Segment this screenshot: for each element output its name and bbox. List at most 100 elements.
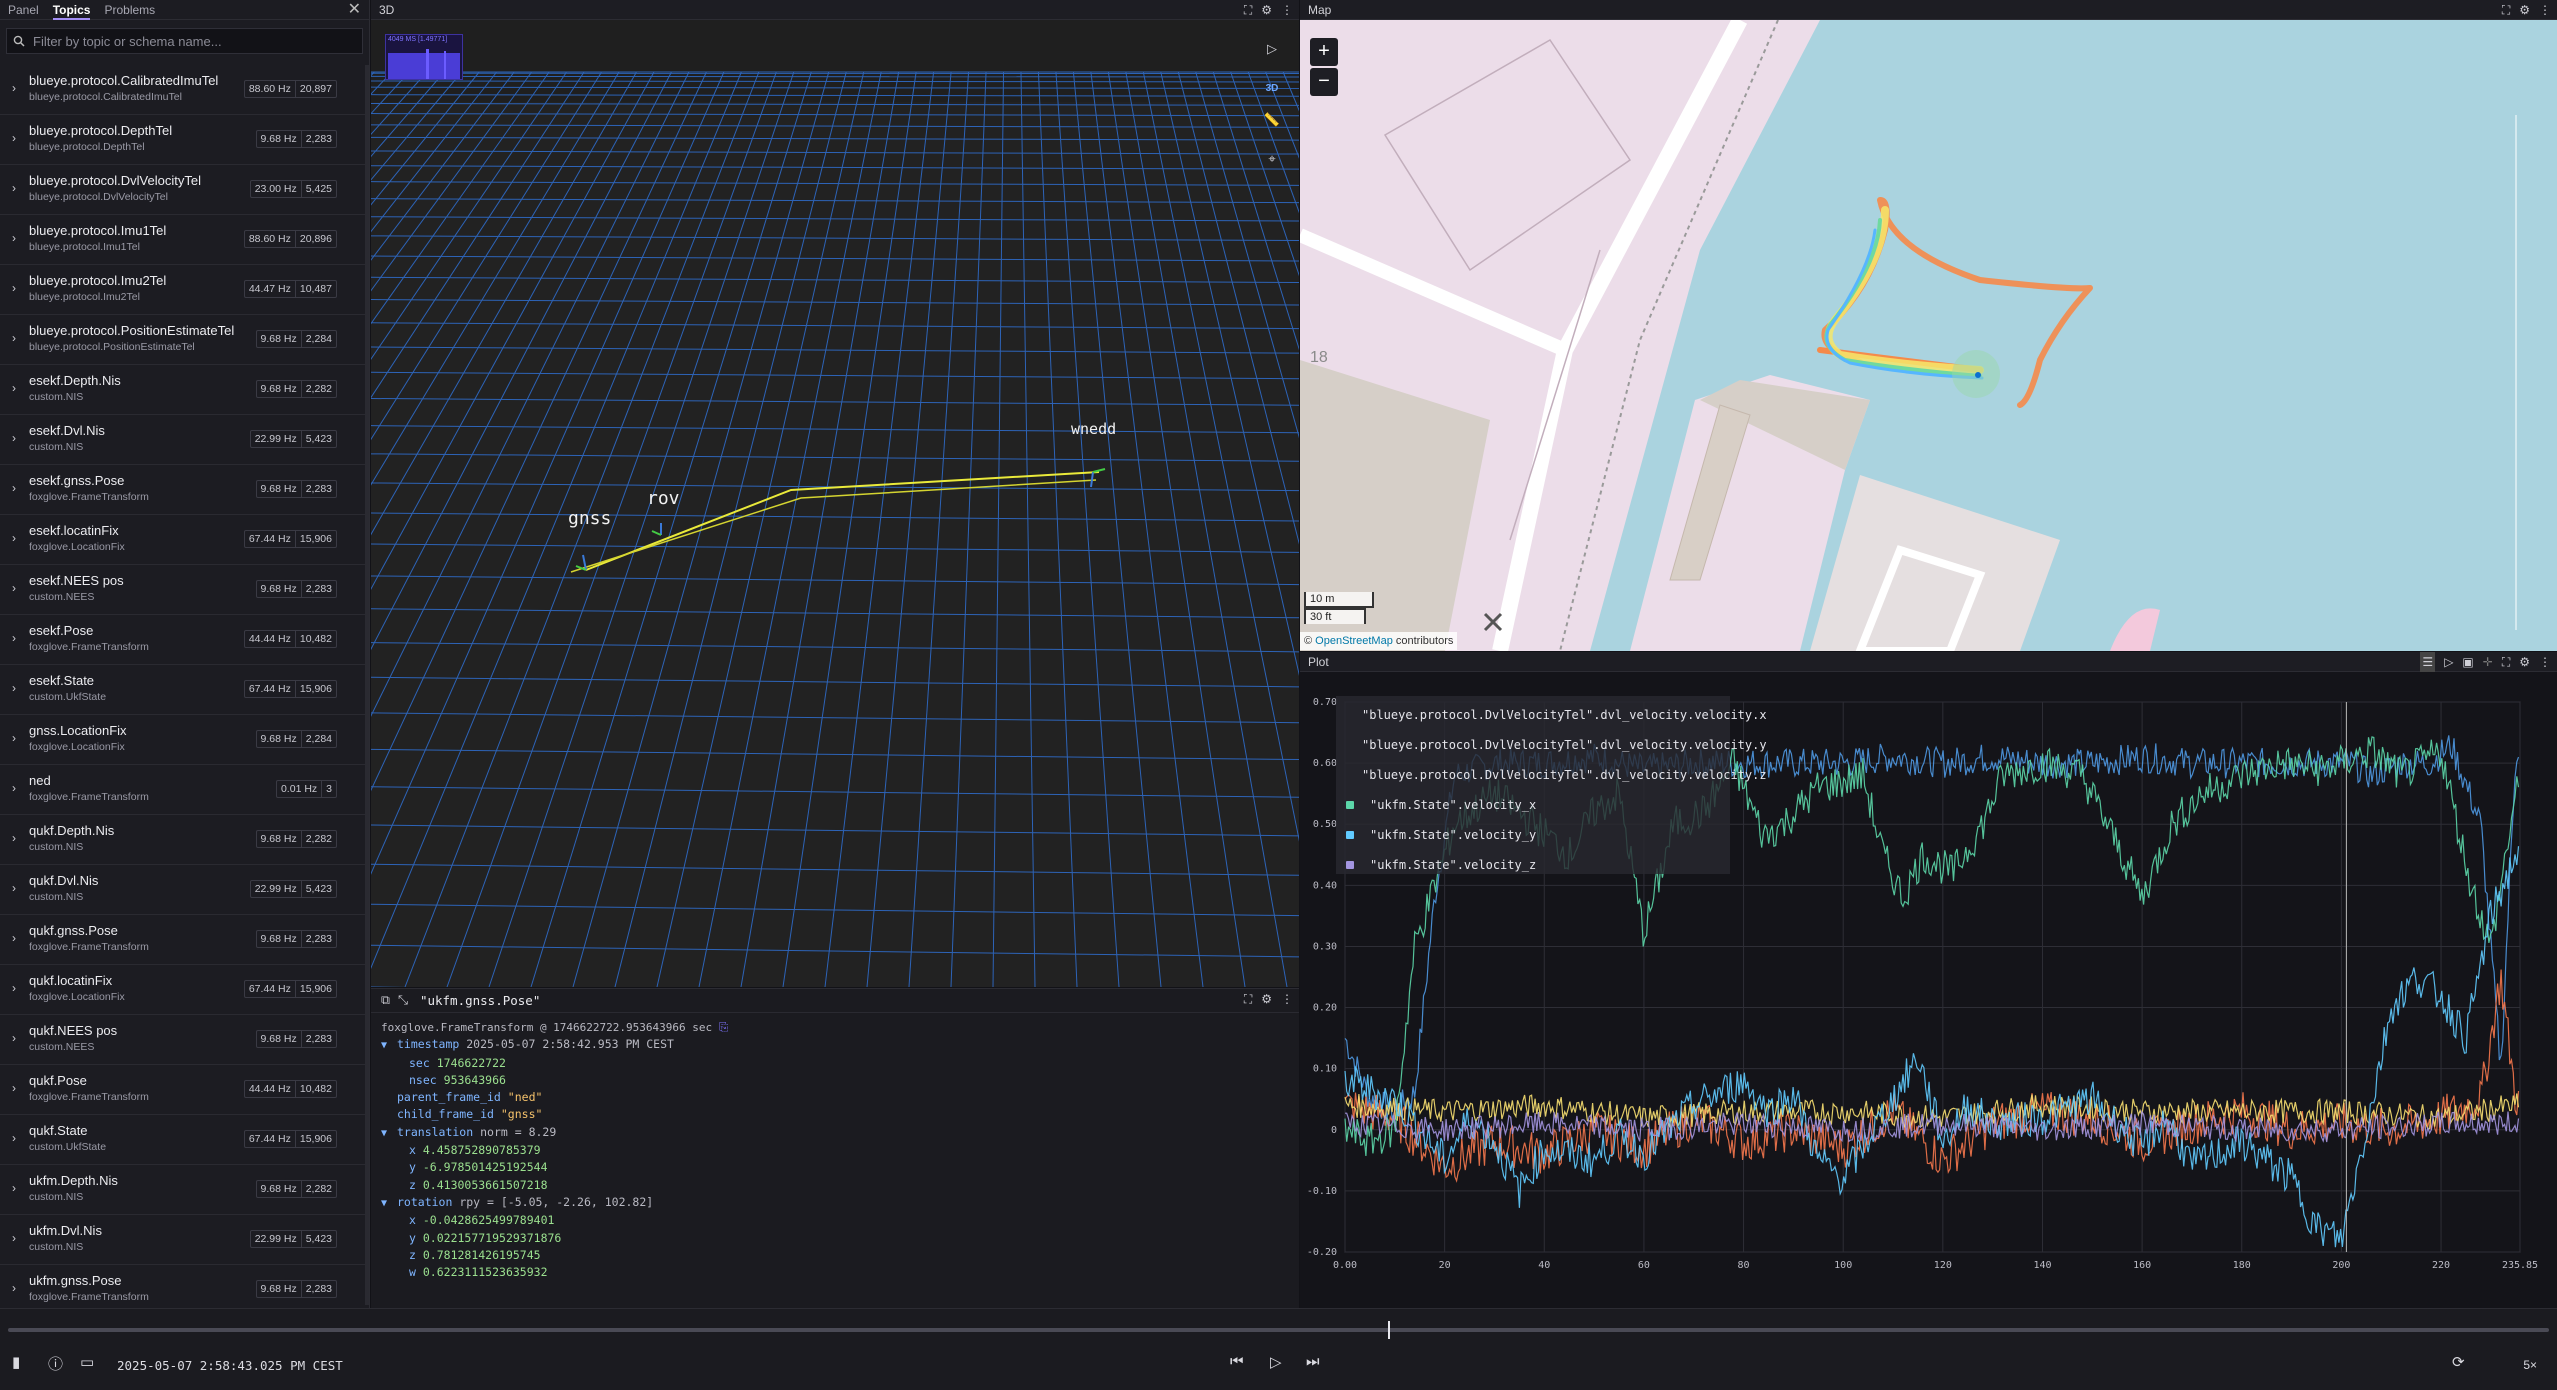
panel-3d[interactable]: 3D ⛶ ⚙ ⋮ 4049 MS [1.49771] ▷ 3D 📏 ⌖ gnss… xyxy=(371,0,1299,987)
diff-icon[interactable]: ⤡ xyxy=(398,993,408,1008)
topic-row[interactable]: › blueye.protocol.DepthTel blueye.protocol… xyxy=(0,115,369,165)
legend-item[interactable]: "blueye.protocol.DvlVelocityTel".dvl_vel… xyxy=(1336,700,1767,730)
3d-scene[interactable] xyxy=(371,20,1299,987)
chevron-right-icon[interactable]: › xyxy=(12,281,16,295)
topic-row[interactable]: › qukf.locatinFix foxglove.LocationFix 67.4… xyxy=(0,965,369,1015)
gear-icon[interactable]: ⚙ xyxy=(2519,652,2530,672)
rotation-row[interactable]: ▼ rotation rpy = [-5.05, -2.26, 102.82] xyxy=(381,1194,1289,1212)
chevron-right-icon[interactable]: › xyxy=(12,531,16,545)
crosshair-icon[interactable]: ✛ xyxy=(2483,652,2493,672)
view-mode-toggle[interactable]: 3D xyxy=(1261,78,1283,100)
chevron-right-icon[interactable]: › xyxy=(12,181,16,195)
legend-item[interactable]: "ukfm.State".velocity_z xyxy=(1336,850,1730,880)
chevron-right-icon[interactable]: › xyxy=(12,1081,16,1095)
chevron-right-icon[interactable]: › xyxy=(12,881,16,895)
fullscreen-icon[interactable]: ⛶ xyxy=(1244,0,1252,20)
topic-row[interactable]: › esekf.Pose foxglove.FrameTransform 44.44 … xyxy=(0,615,369,665)
legend-item[interactable]: "ukfm.State".velocity_x xyxy=(1336,790,1730,820)
gear-icon[interactable]: ⚙ xyxy=(1261,992,1272,1006)
topic-row[interactable]: › blueye.protocol.CalibratedImuTel blueye.… xyxy=(0,65,369,115)
chevron-right-icon[interactable]: › xyxy=(12,81,16,95)
translation-row[interactable]: ▼ translation norm = 8.29 xyxy=(381,1124,1289,1142)
chevron-right-icon[interactable]: › xyxy=(12,231,16,245)
playback-speed-select[interactable]: 5× xyxy=(2523,1358,2537,1372)
chevron-right-icon[interactable]: › xyxy=(12,1131,16,1145)
play-icon[interactable]: ▷ xyxy=(2444,652,2453,672)
chevron-right-icon[interactable]: › xyxy=(12,1281,16,1295)
raw-topic-path[interactable]: "ukfm.gnss.Pose" xyxy=(420,993,540,1008)
play-button[interactable]: ▷ xyxy=(1270,1353,1282,1371)
topic-row[interactable]: › esekf.Depth.Nis custom.NIS 9.68 Hz 2,282 xyxy=(0,365,369,415)
seek-forward-icon[interactable]: ⏭ xyxy=(1306,1353,1320,1370)
zoom-in-button[interactable]: + xyxy=(1310,38,1338,66)
topic-row[interactable]: › esekf.gnss.Pose foxglove.FrameTransform 9… xyxy=(0,465,369,515)
topic-row[interactable]: › qukf.gnss.Pose foxglove.FrameTransform 9.… xyxy=(0,915,369,965)
legend-item[interactable]: "blueye.protocol.DvlVelocityTel".dvl_vel… xyxy=(1336,730,1767,760)
chevron-right-icon[interactable]: › xyxy=(12,831,16,845)
topic-row[interactable]: › gnss.LocationFix foxglove.LocationFix 9.6… xyxy=(0,715,369,765)
legend-item[interactable]: "ukfm.State".velocity_y xyxy=(1336,820,1730,850)
topic-row[interactable]: › blueye.protocol.DvlVelocityTel blueye.pr… xyxy=(0,165,369,215)
topic-filter-input[interactable] xyxy=(33,33,353,49)
tab-problems[interactable]: Problems xyxy=(104,0,155,20)
more-icon[interactable]: ⋮ xyxy=(2539,652,2551,672)
zoom-out-button[interactable]: − xyxy=(1310,68,1338,96)
osm-link[interactable]: OpenStreetMap xyxy=(1315,635,1393,647)
loop-toggle-icon[interactable]: ⟳ xyxy=(2452,1353,2465,1371)
record-icon[interactable]: ▮ xyxy=(12,1353,20,1371)
locate-icon[interactable]: ⌖ xyxy=(1261,148,1283,170)
chevron-right-icon[interactable]: › xyxy=(12,331,16,345)
chevron-right-icon[interactable]: › xyxy=(12,131,16,145)
seek-backward-icon[interactable]: ⏮ xyxy=(1230,1353,1244,1370)
more-icon[interactable]: ⋮ xyxy=(1281,0,1293,20)
tab-topics[interactable]: Topics xyxy=(52,0,91,20)
chevron-right-icon[interactable]: › xyxy=(12,931,16,945)
close-icon[interactable]: ✕ xyxy=(348,0,361,20)
timeline-knob[interactable] xyxy=(1387,1321,1390,1339)
chevron-right-icon[interactable]: › xyxy=(12,981,16,995)
topic-row[interactable]: › ukfm.Dvl.Nis custom.NIS 22.99 Hz 5,423 xyxy=(0,1215,369,1265)
topic-row[interactable]: › qukf.NEES pos custom.NEES 9.68 Hz 2,283 xyxy=(0,1015,369,1065)
topic-row[interactable]: › esekf.Dvl.Nis custom.NIS 22.99 Hz 5,423 xyxy=(0,415,369,465)
topic-row[interactable]: › qukf.State custom.UkfState 67.44 Hz 15,906 xyxy=(0,1115,369,1165)
chevron-right-icon[interactable]: › xyxy=(12,481,16,495)
tab-panel[interactable]: Panel xyxy=(8,0,39,20)
loop-icon[interactable]: ▭ xyxy=(80,1353,94,1371)
topic-row[interactable]: › qukf.Pose foxglove.FrameTransform 44.44 H… xyxy=(0,1065,369,1115)
chevron-right-icon[interactable]: › xyxy=(12,581,16,595)
chevron-right-icon[interactable]: › xyxy=(12,431,16,445)
more-icon[interactable]: ⋮ xyxy=(2539,0,2551,20)
topic-row[interactable]: › blueye.protocol.Imu2Tel blueye.protocol.… xyxy=(0,265,369,315)
fullscreen-icon[interactable]: ⛶ xyxy=(2502,0,2510,20)
topic-row[interactable]: › esekf.locatinFix foxglove.LocationFix 67.… xyxy=(0,515,369,565)
chevron-right-icon[interactable]: › xyxy=(12,731,16,745)
timestamp-row[interactable]: ▼ timestamp 2025-05-07 2:58:42.953 PM CES… xyxy=(381,1036,1289,1054)
ruler-icon[interactable]: 📏 xyxy=(1261,109,1283,131)
interact-icon[interactable]: ▷ xyxy=(1261,38,1283,60)
more-icon[interactable]: ⋮ xyxy=(1281,992,1293,1006)
clipboard-icon[interactable]: ⎘ xyxy=(719,1020,728,1034)
legend-item[interactable]: "blueye.protocol.DvlVelocityTel".dvl_vel… xyxy=(1336,760,1767,790)
copy-icon[interactable]: ⧉ xyxy=(381,993,390,1008)
topic-row[interactable]: › ukfm.gnss.Pose foxglove.FrameTransform 9.… xyxy=(0,1265,369,1308)
topic-row[interactable]: › blueye.protocol.Imu1Tel blueye.protocol.… xyxy=(0,215,369,265)
topic-row[interactable]: › qukf.Dvl.Nis custom.NIS 22.99 Hz 5,423 xyxy=(0,865,369,915)
gear-icon[interactable]: ⚙ xyxy=(2519,0,2530,20)
timeline-slider[interactable] xyxy=(8,1321,2549,1339)
info-icon[interactable]: ⓘ xyxy=(48,1353,63,1374)
chevron-right-icon[interactable]: › xyxy=(12,1181,16,1195)
topic-row[interactable]: › blueye.protocol.PositionEstimateTel blue… xyxy=(0,315,369,365)
chevron-right-icon[interactable]: › xyxy=(12,681,16,695)
download-icon[interactable]: ▣ xyxy=(2462,652,2473,672)
chevron-right-icon[interactable]: › xyxy=(12,1231,16,1245)
gear-icon[interactable]: ⚙ xyxy=(1261,0,1272,20)
sidebar-scrollbar[interactable] xyxy=(365,65,369,1305)
topic-row[interactable]: › ned foxglove.FrameTransform 0.01 Hz 3 xyxy=(0,765,369,815)
chevron-right-icon[interactable]: › xyxy=(12,781,16,795)
topic-row[interactable]: › ukfm.Depth.Nis custom.NIS 9.68 Hz 2,282 xyxy=(0,1165,369,1215)
map-panel[interactable]: Map ⛶ ⚙ ⋮ 18 + − 10 m 30 ft © OpenStreet… xyxy=(1300,0,2557,651)
chevron-right-icon[interactable]: › xyxy=(12,1031,16,1045)
chevron-right-icon[interactable]: › xyxy=(12,631,16,645)
map-canvas[interactable]: 18 xyxy=(1300,20,2557,651)
topic-row[interactable]: › esekf.NEES pos custom.NEES 9.68 Hz 2,283 xyxy=(0,565,369,615)
